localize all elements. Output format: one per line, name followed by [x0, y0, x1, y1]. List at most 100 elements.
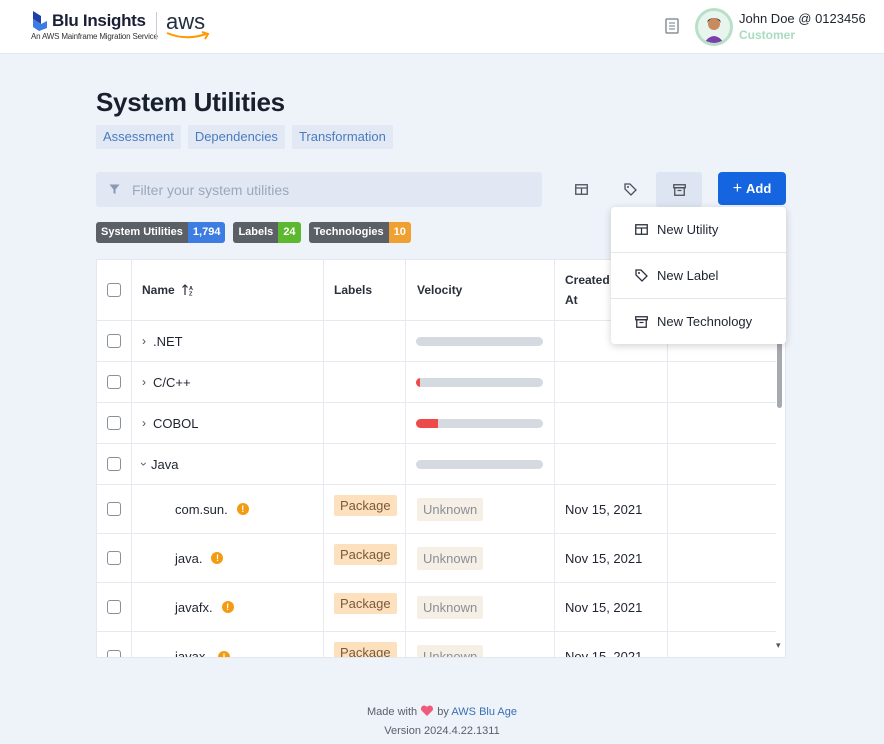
table-icon: [635, 224, 648, 235]
row-labels-cell: [324, 321, 406, 361]
table-scrollbar[interactable]: [777, 342, 782, 408]
menu-item-label: New Label: [657, 268, 719, 283]
badge-count: 24: [278, 222, 301, 243]
row-checkbox[interactable]: [107, 551, 121, 565]
row-name-cell: › Java: [132, 444, 324, 484]
header-velocity[interactable]: Velocity: [406, 260, 555, 320]
tag-icon: [635, 269, 648, 282]
row-checkbox[interactable]: [107, 457, 121, 471]
row-select-cell: [97, 632, 132, 657]
row-select-cell: [97, 444, 132, 484]
header-name[interactable]: Name A Z: [132, 260, 324, 320]
book-icon[interactable]: [664, 17, 680, 35]
row-checkbox[interactable]: [107, 334, 121, 348]
footer-link[interactable]: AWS Blu Age: [451, 706, 517, 718]
row-name[interactable]: com.sun.: [175, 502, 228, 517]
footer-version: Version 2024.4.22.1311: [384, 725, 500, 737]
footer-made-text: Made with: [367, 706, 418, 718]
warning-icon: !: [236, 503, 249, 515]
header-name-label: Name: [142, 283, 175, 297]
label-pill[interactable]: Package: [334, 642, 397, 657]
footer-made-with: Made with by AWS Blu Age: [0, 705, 884, 718]
label-pill[interactable]: Package: [334, 495, 397, 516]
avatar[interactable]: [695, 8, 733, 46]
row-checkbox[interactable]: [107, 600, 121, 614]
row-created-cell: [555, 444, 668, 484]
select-all-checkbox[interactable]: [107, 283, 121, 297]
filter-input[interactable]: [132, 172, 532, 207]
menu-item-label: New Technology: [657, 314, 753, 329]
add-button[interactable]: + Add: [718, 172, 786, 205]
table-row[interactable]: javax.! Package Unknown Nov 15, 2021: [97, 632, 776, 657]
table-row[interactable]: › Java: [97, 444, 776, 485]
row-select-cell: [97, 362, 132, 402]
row-name: COBOL: [153, 415, 199, 431]
row-select-cell: [97, 403, 132, 443]
row-checkbox[interactable]: [107, 416, 121, 430]
velocity-pill: Unknown: [417, 497, 484, 521]
row-name[interactable]: javax.: [175, 649, 209, 657]
header-labels[interactable]: Labels: [324, 260, 406, 320]
row-labels-cell: [324, 444, 406, 484]
row-labels-cell: Package: [324, 534, 406, 582]
row-select-cell: [97, 534, 132, 582]
row-name[interactable]: java.: [175, 551, 202, 566]
tab-assessment[interactable]: Assessment: [96, 125, 181, 149]
header-created-line1: Created: [565, 273, 610, 287]
label-pill[interactable]: Package: [334, 544, 397, 565]
chevron-right-icon[interactable]: ›: [142, 375, 146, 389]
row-name-cell: javafx.!: [132, 583, 324, 631]
badge-label: Technologies: [308, 222, 389, 243]
label-pill[interactable]: Package: [334, 593, 397, 614]
badge-system-utilities: System Utilities 1,794: [96, 222, 226, 243]
brand-title[interactable]: Blu Insights: [52, 11, 146, 31]
row-name-cell: javax.!: [132, 632, 324, 657]
sort-icon[interactable]: A Z: [181, 284, 196, 297]
add-dropdown-menu: New Utility New Label New Technology: [611, 207, 786, 344]
row-velocity-cell: Unknown: [406, 534, 555, 582]
tab-dependencies[interactable]: Dependencies: [187, 125, 285, 149]
aws-logo: aws: [166, 9, 210, 40]
table-row[interactable]: › C/C++: [97, 362, 776, 403]
labels-button[interactable]: [607, 172, 653, 207]
menu-item-new-utility[interactable]: New Utility: [611, 207, 786, 252]
row-checkbox[interactable]: [107, 649, 121, 657]
row-created-cell: Nov 15, 2021: [555, 534, 668, 582]
user-role: Customer: [739, 28, 796, 42]
filter-icon: [109, 184, 120, 194]
row-name: .NET: [153, 333, 183, 349]
svg-text:Z: Z: [189, 292, 193, 297]
chevron-down-icon[interactable]: ›: [137, 462, 151, 466]
chevron-right-icon[interactable]: ›: [142, 334, 146, 348]
technologies-button[interactable]: [656, 172, 702, 207]
page-title: System Utilities: [96, 87, 285, 117]
row-labels-cell: Package: [324, 485, 406, 533]
row-checkbox[interactable]: [107, 502, 121, 516]
row-labels-cell: Package: [324, 632, 406, 657]
tab-transformation[interactable]: Transformation: [291, 125, 393, 149]
row-velocity-cell: [406, 362, 555, 402]
table-icon: [574, 184, 588, 195]
row-name-cell: › .NET: [132, 321, 324, 361]
chevron-right-icon[interactable]: ›: [142, 416, 146, 430]
row-checkbox[interactable]: [107, 375, 121, 389]
menu-item-label: New Utility: [657, 222, 719, 237]
badge-count: 10: [388, 222, 411, 243]
warning-icon: !: [217, 650, 230, 657]
scroll-down-icon[interactable]: ▾: [776, 640, 781, 651]
table-view-button[interactable]: [558, 172, 604, 207]
row-name[interactable]: javafx.: [175, 600, 213, 615]
row-created-cell: Nov 15, 2021: [555, 583, 668, 631]
table-row[interactable]: com.sun.! Package Unknown Nov 15, 2021: [97, 485, 776, 534]
user-name[interactable]: John Doe @ 0123456: [739, 11, 866, 26]
table-row[interactable]: › COBOL: [97, 403, 776, 444]
menu-item-new-label[interactable]: New Label: [611, 253, 786, 298]
row-created-cell: [555, 403, 668, 443]
table-row[interactable]: javafx.! Package Unknown Nov 15, 2021: [97, 583, 776, 632]
row-name-cell: com.sun.!: [132, 485, 324, 533]
velocity-bar: [416, 336, 543, 346]
tag-icon: [623, 183, 637, 196]
velocity-bar: [416, 377, 543, 387]
table-row[interactable]: java.! Package Unknown Nov 15, 2021: [97, 534, 776, 583]
menu-item-new-technology[interactable]: New Technology: [611, 299, 786, 344]
